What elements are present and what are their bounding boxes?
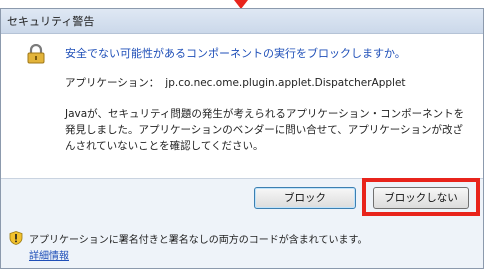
security-warning-dialog: セキュリティ警告 安全でない可能性があるコンポーネントの実行をブロックしますか。… [0, 8, 484, 269]
lock-icon [27, 44, 45, 64]
red-highlight-box [362, 178, 480, 216]
more-info-link[interactable]: 詳細情報 [29, 247, 69, 262]
shield-warning-icon [9, 231, 23, 245]
warning-heading: 安全でない可能性があるコンポーネントの実行をブロックしますか。 [65, 47, 406, 60]
footer-message: アプリケーションに署名付きと署名なしの両方のコードが含まれています。 [29, 235, 368, 246]
warning-description: Javaが、セキュリティ問題の発生が考えられるアプリケーション・コンポーネントを… [65, 108, 465, 152]
block-button[interactable]: ブロック [254, 187, 356, 209]
dialog-title: セキュリティ警告 [7, 15, 95, 28]
application-value: jp.co.nec.ome.plugin.applet.DispatcherAp… [165, 77, 406, 89]
dialog-titlebar: セキュリティ警告 [1, 9, 483, 34]
application-line: アプリケーション： jp.co.nec.ome.plugin.applet.Dis… [65, 75, 406, 90]
dialog-content: 安全でない可能性があるコンポーネントの実行をブロックしますか。 アプリケーション… [1, 34, 483, 179]
application-label: アプリケーション： [65, 77, 160, 89]
